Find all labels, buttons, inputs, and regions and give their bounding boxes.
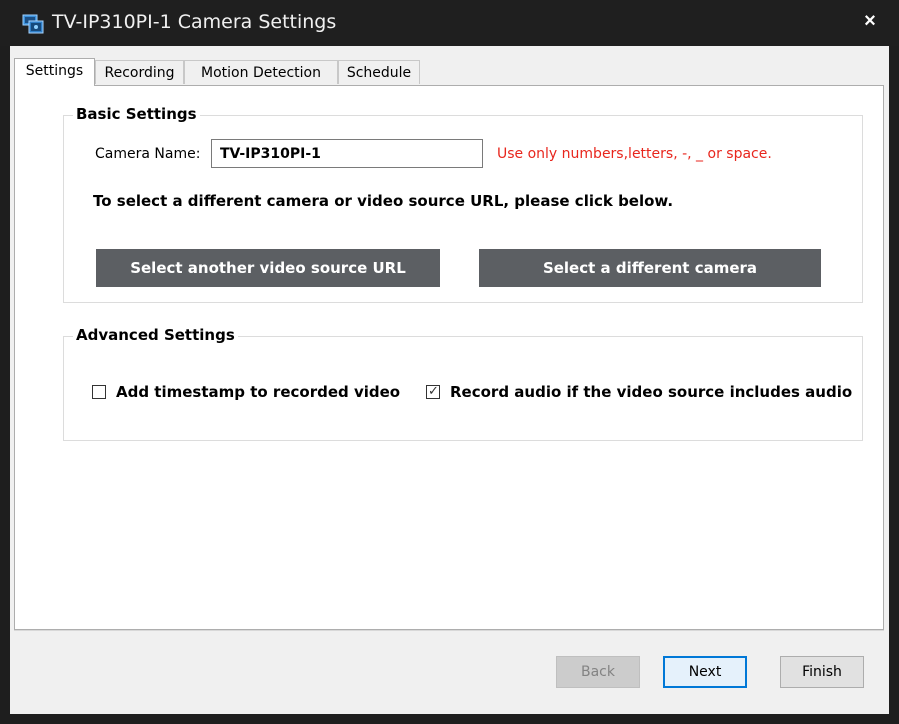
camera-name-hint: Use only numbers,letters, -, _ or space. (497, 146, 772, 162)
camera-settings-window: TV-IP310PI-1 Camera Settings × Settings … (0, 0, 899, 724)
record-audio-label[interactable]: Record audio if the video source include… (450, 383, 852, 401)
title-bar[interactable]: TV-IP310PI-1 Camera Settings × (0, 0, 899, 46)
close-button[interactable]: × (855, 8, 885, 36)
timestamp-label[interactable]: Add timestamp to recorded video (116, 383, 400, 401)
advanced-settings-title: Advanced Settings (73, 326, 238, 344)
tab-motion-detection[interactable]: Motion Detection (184, 60, 338, 84)
tab-settings[interactable]: Settings (14, 58, 95, 86)
tab-recording[interactable]: Recording (95, 60, 184, 84)
back-button[interactable]: Back (556, 656, 640, 688)
next-button[interactable]: Next (663, 656, 747, 688)
select-source-instruction: To select a different camera or video so… (93, 192, 674, 210)
footer-separator (14, 630, 884, 631)
record-audio-checkbox[interactable]: ✓ (426, 383, 440, 399)
select-different-camera-button[interactable]: Select a different camera (479, 249, 821, 287)
basic-settings-title: Basic Settings (73, 105, 200, 123)
timestamp-checkbox[interactable] (92, 385, 106, 399)
close-icon: × (864, 10, 876, 32)
camera-name-label: Camera Name: (95, 146, 201, 162)
finish-button[interactable]: Finish (780, 656, 864, 688)
tab-schedule[interactable]: Schedule (338, 60, 420, 84)
checkmark-icon: ✓ (428, 383, 439, 398)
select-video-url-button[interactable]: Select another video source URL (96, 249, 440, 287)
window-title: TV-IP310PI-1 Camera Settings (52, 11, 337, 33)
camera-app-icon (22, 12, 44, 34)
camera-name-input[interactable] (211, 139, 483, 168)
